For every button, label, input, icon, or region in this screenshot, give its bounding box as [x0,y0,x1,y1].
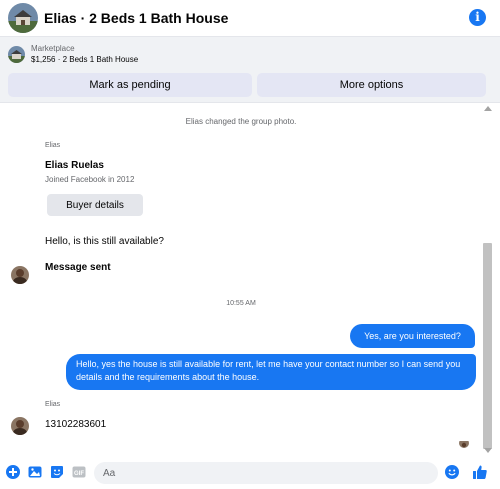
house-photo-icon[interactable] [8,3,38,33]
incoming-message: Hello, is this still available? [45,236,164,247]
sender-name: Elias [45,142,61,149]
sender-name: Elias [45,401,61,408]
mark-as-pending-button[interactable]: Mark as pending [8,73,252,97]
scrollbar-thumb[interactable] [483,243,492,449]
buyer-details-button[interactable]: Buyer details [47,194,143,216]
avatar[interactable] [11,266,29,284]
profile-name: Elias Ruelas [45,160,104,171]
message-thread[interactable]: Elias changed the group photo. Elias Eli… [0,103,500,456]
avatar[interactable] [11,417,29,435]
listing-text: Marketplace $1,256 · 2 Beds 1 Bath House [31,43,138,66]
seen-avatar-icon [459,438,469,448]
marketplace-panel: Marketplace $1,256 · 2 Beds 1 Bath House… [0,37,500,103]
like-icon[interactable] [472,464,488,480]
scroll-down-arrow-icon[interactable] [484,448,492,453]
message-timestamp: 10:55 AM [226,300,256,307]
emoji-icon[interactable] [445,465,459,479]
outgoing-message[interactable]: Yes, are you interested? [350,324,475,348]
chat-title[interactable]: Elias · 2 Beds 1 Bath House [44,10,228,26]
image-icon[interactable] [28,465,42,479]
profile-joined: Joined Facebook in 2012 [45,175,135,184]
listing-summary[interactable]: Marketplace $1,256 · 2 Beds 1 Bath House [8,43,138,66]
chat-header: Elias · 2 Beds 1 Bath House i [0,0,500,37]
info-icon[interactable]: i [469,9,486,26]
scroll-up-arrow-icon[interactable] [484,106,492,111]
message-composer: GIF Aa [0,456,500,489]
outgoing-message[interactable]: Hello, yes the house is still available … [66,354,476,390]
sticker-icon[interactable] [50,465,64,479]
more-options-button[interactable]: More options [257,73,486,97]
house-thumbnail-icon [8,46,25,63]
system-notice: Elias changed the group photo. [185,117,297,126]
listing-title: $1,256 · 2 Beds 1 Bath House [31,55,139,64]
message-input[interactable]: Aa [94,462,438,484]
incoming-message: Message sent [45,262,111,273]
plus-icon[interactable] [6,465,20,479]
svg-text:GIF: GIF [74,471,84,477]
marketplace-label: Marketplace [31,44,75,53]
gif-icon[interactable]: GIF [72,465,86,479]
incoming-message: 13102283601 [45,419,107,430]
